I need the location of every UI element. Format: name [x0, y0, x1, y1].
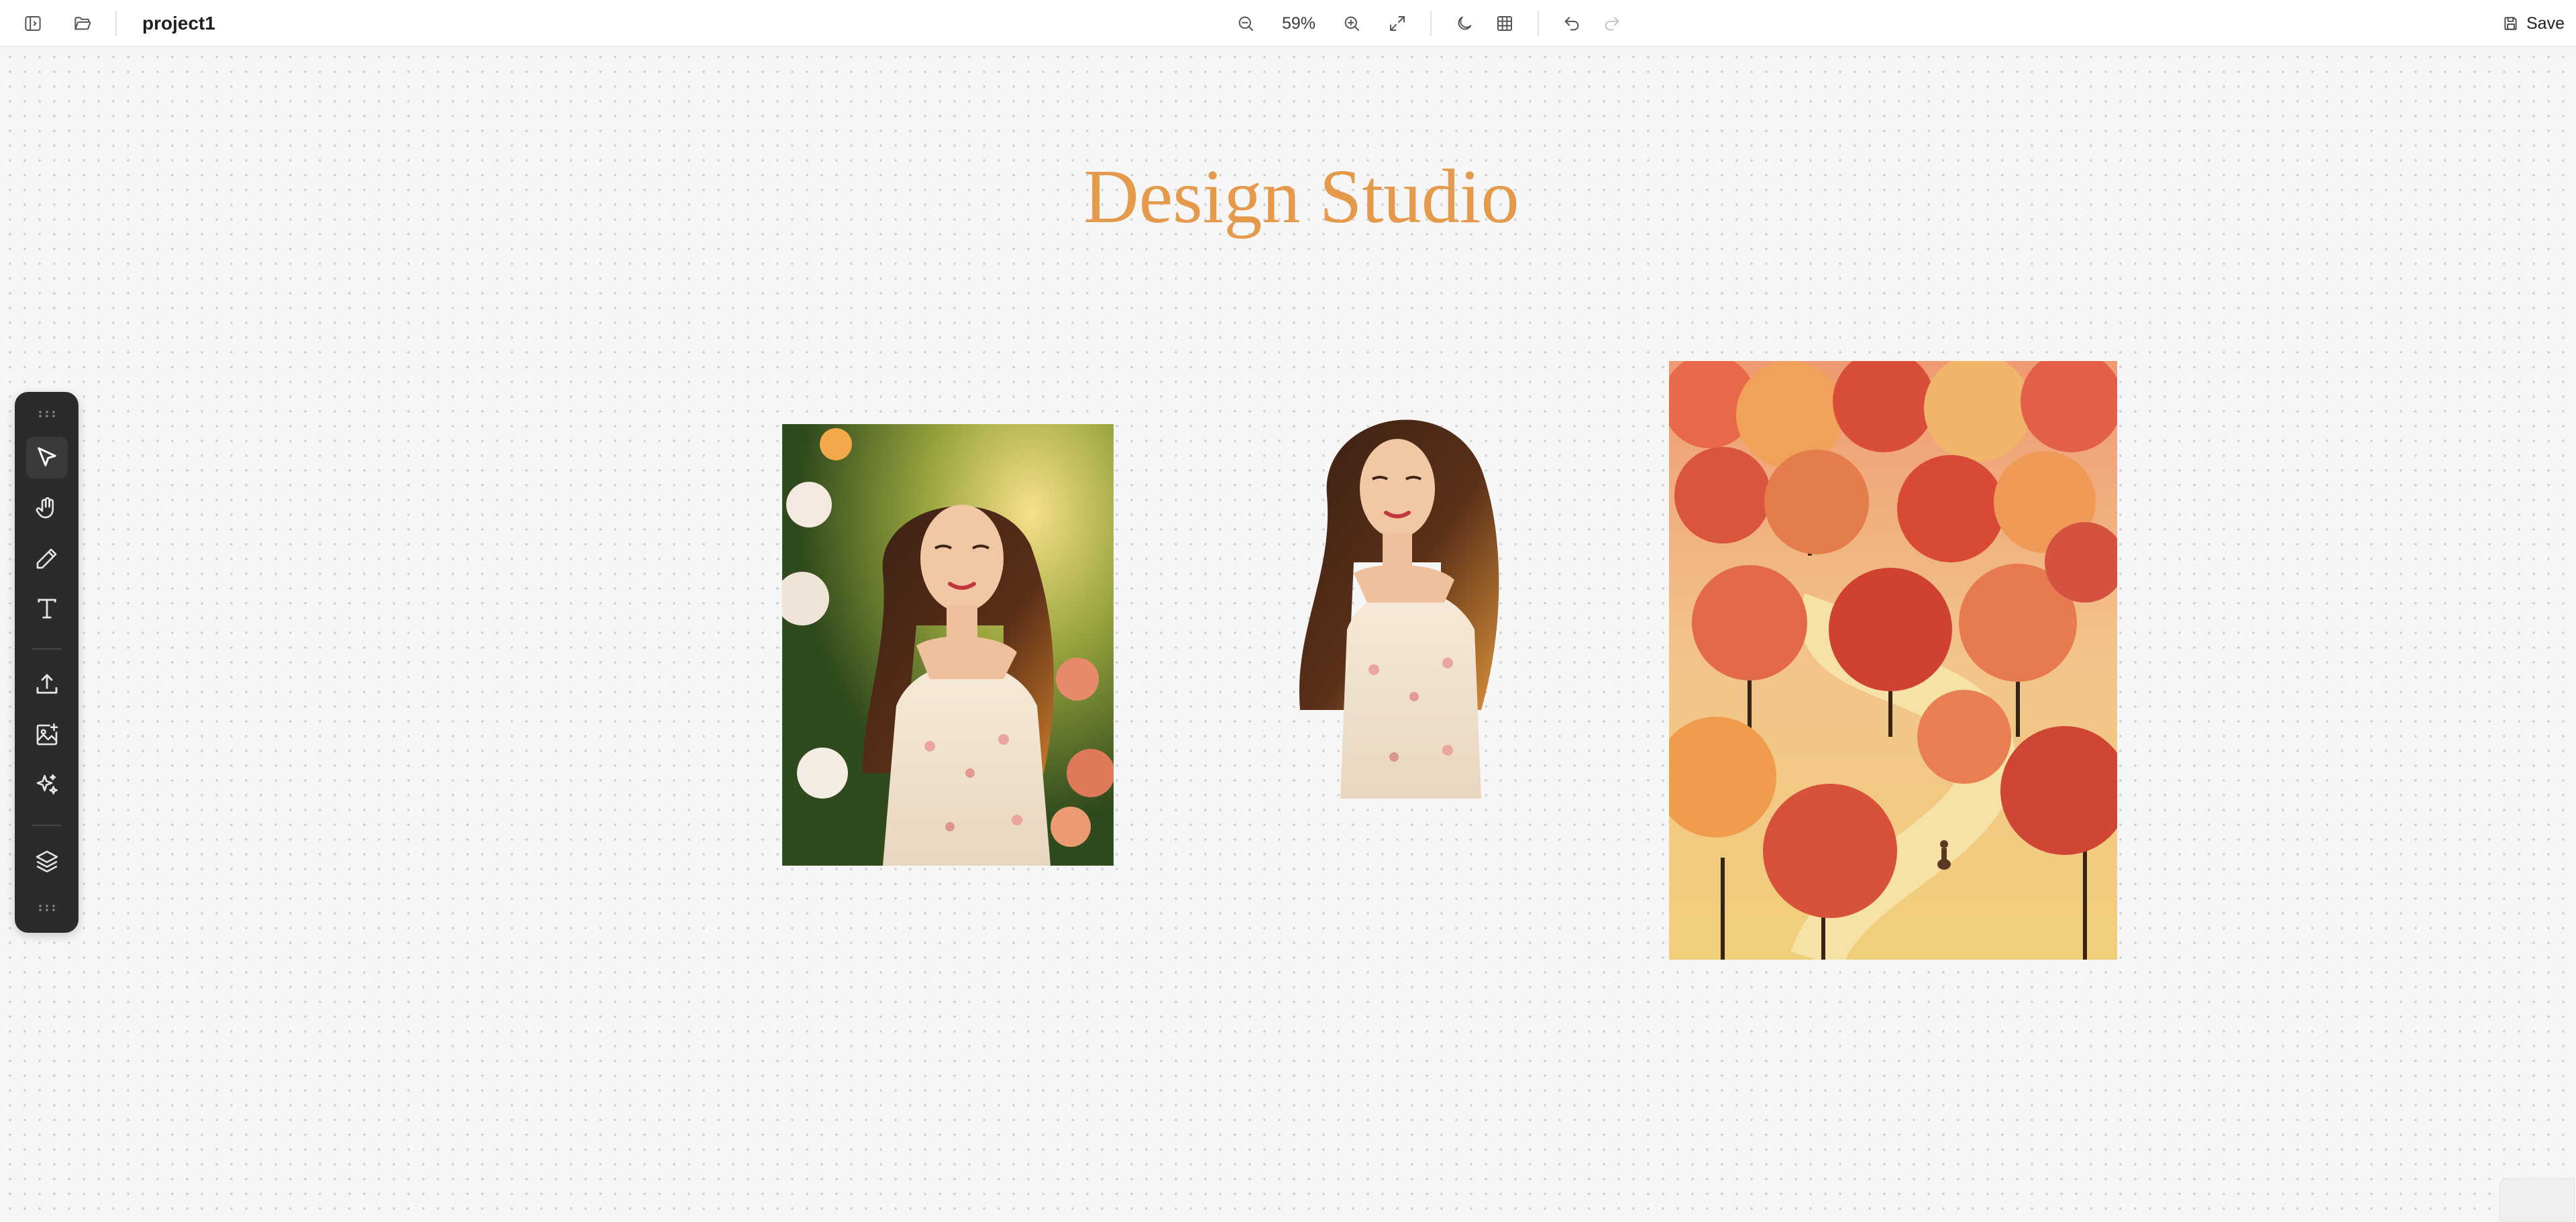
sparkles-icon: [36, 774, 58, 795]
grid-icon: [1497, 16, 1512, 31]
toolbar-drag-handle-bottom[interactable]: [36, 903, 58, 913]
undo-button[interactable]: [1558, 9, 1586, 38]
portrait-photo-with-background[interactable]: [782, 424, 1114, 866]
ai-generate-tool-button[interactable]: [26, 764, 68, 806]
redo-icon: [1605, 17, 1619, 31]
select-tool-button[interactable]: [26, 437, 68, 478]
redo-button[interactable]: [1598, 9, 1626, 38]
expand-icon: [1390, 16, 1405, 31]
zoom-out-button[interactable]: [1232, 9, 1260, 38]
pencil-icon: [36, 548, 57, 569]
upload-icon: [36, 674, 58, 694]
project-name[interactable]: project1: [142, 11, 215, 36]
grip-dots-icon: [39, 905, 55, 911]
hand-icon: [36, 497, 54, 519]
upload-tool-button[interactable]: [26, 664, 68, 705]
autumn-forest-illustration[interactable]: [1669, 361, 2117, 960]
moon-icon: [1458, 16, 1472, 30]
undo-icon: [1564, 17, 1579, 31]
zoom-out-icon: [1238, 16, 1253, 31]
pencil-tool-button[interactable]: [26, 538, 68, 579]
toolbar-drag-handle-top[interactable]: [36, 409, 58, 419]
topbar-divider: [1430, 11, 1432, 36]
text-icon: [38, 599, 56, 619]
image-plus-icon: [36, 723, 58, 746]
add-image-tool-button[interactable]: [26, 714, 68, 756]
zoom-level-display[interactable]: 59%: [1275, 11, 1323, 36]
design-studio-app: project1 59% Save Design Studio: [0, 0, 2576, 1222]
portrait-photo-image: [782, 424, 1114, 866]
topbar-divider: [115, 11, 117, 36]
portrait-cutout-image: [1299, 419, 1499, 799]
save-button[interactable]: Save: [2497, 9, 2570, 38]
sidebar-toggle-button[interactable]: [19, 9, 47, 38]
floppy-disk-icon: [2504, 17, 2517, 30]
design-canvas[interactable]: Design Studio: [0, 47, 2576, 1222]
topbar-divider: [1538, 11, 1539, 36]
zoom-in-button[interactable]: [1338, 9, 1366, 38]
folder-open-icon: [74, 17, 91, 30]
theme-toggle-button[interactable]: [1450, 9, 1479, 38]
sidebar-panel-icon: [25, 16, 41, 31]
fit-to-screen-button[interactable]: [1383, 9, 1411, 38]
text-tool-button[interactable]: [26, 588, 68, 629]
grip-dots-icon: [39, 411, 55, 417]
tool-palette: [15, 392, 78, 933]
open-folder-button[interactable]: [68, 9, 97, 38]
layers-icon: [36, 850, 58, 873]
zoom-in-icon: [1344, 16, 1359, 31]
autumn-forest-image: [1669, 361, 2117, 960]
cursor-arrow-icon: [38, 447, 56, 466]
minimap-widget[interactable]: [2500, 1178, 2575, 1221]
toolbar-divider: [32, 825, 62, 826]
portrait-photo-cutout[interactable]: [1280, 374, 1521, 799]
save-button-label: Save: [2526, 14, 2565, 33]
grid-toggle-button[interactable]: [1491, 9, 1519, 38]
toolbar-divider: [32, 648, 62, 650]
top-bar: project1 59% Save: [0, 0, 2576, 47]
hand-tool-button[interactable]: [26, 487, 68, 529]
canvas-title-text[interactable]: Design Studio: [1006, 153, 1597, 240]
layers-tool-button[interactable]: [26, 840, 68, 882]
